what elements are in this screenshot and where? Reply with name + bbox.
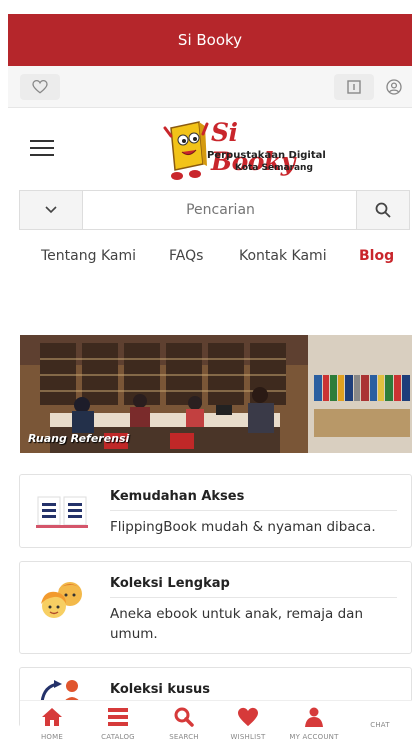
home-icon — [42, 708, 62, 726]
heart-icon — [238, 707, 258, 727]
nav-chat[interactable]: CHAT — [348, 719, 412, 729]
divider — [110, 510, 397, 511]
nav-home-label: HOME — [40, 733, 64, 741]
search-input[interactable] — [84, 191, 357, 229]
menu-item-blog[interactable]: Blog — [359, 248, 394, 264]
heart-outline-icon — [32, 80, 48, 94]
menu-item-tentang-kami[interactable]: Tentang Kami — [41, 248, 136, 264]
feature-title: Kemudahan Akses — [110, 489, 245, 504]
reader-button[interactable] — [334, 74, 374, 100]
open-book-icon — [34, 489, 90, 537]
search-icon — [375, 202, 391, 218]
feature-description: Aneka ebook untuk anak, remaja dan umum. — [110, 606, 364, 642]
children-faces-icon — [34, 576, 90, 624]
nav-wishlist-label: WISHLIST — [230, 733, 266, 741]
search-button[interactable] — [356, 191, 409, 229]
banner-image[interactable]: Ruang Referensi — [20, 335, 412, 453]
nav-search[interactable]: SEARCH — [152, 707, 216, 741]
app-title: Si Booky — [177, 31, 243, 49]
nav-catalog-label: CATALOG — [101, 733, 135, 741]
app-bar: Si Booky — [8, 14, 412, 66]
menu-item-kontak-kami[interactable]: Kontak Kami — [239, 248, 327, 264]
divider — [110, 597, 397, 598]
chevron-down-icon — [45, 206, 57, 214]
logo-subtitle: Perpustakaan Digital — [207, 150, 326, 161]
book-mascot-icon — [163, 121, 209, 180]
nav-wishlist[interactable]: WISHLIST — [216, 707, 280, 741]
feature-card-kemudahan-akses[interactable]: Kemudahan Akses FlippingBook mudah & nya… — [19, 474, 412, 548]
wishlist-button[interactable] — [20, 74, 60, 100]
book-icon — [347, 80, 361, 94]
site-logo[interactable]: Si Booky Perpustakaan Digital Kota Semar… — [163, 118, 326, 184]
nav-chat-label: CHAT — [370, 721, 390, 729]
user-circle-icon — [386, 79, 402, 95]
nav-search-label: SEARCH — [169, 733, 199, 741]
feature-title: Koleksi kusus — [110, 682, 211, 697]
nav-my-account-label: MY ACCOUNT — [289, 733, 339, 741]
bottom-navigation: HOME CATALOG SEARCH WISHLIST MY ACCOUNT … — [20, 700, 412, 743]
feature-description: FlippingBook mudah & nyaman dibaca. — [110, 519, 376, 535]
nav-home[interactable]: HOME — [20, 707, 84, 741]
hamburger-menu-icon[interactable] — [30, 140, 54, 156]
search-bar — [19, 190, 410, 230]
menu-item-faqs[interactable]: FAQs — [169, 248, 203, 264]
profile-button[interactable] — [376, 74, 412, 100]
user-icon — [305, 707, 323, 727]
search-category-select[interactable] — [20, 191, 83, 229]
nav-catalog[interactable]: CATALOG — [86, 707, 150, 741]
list-icon — [108, 708, 128, 726]
search-icon — [174, 707, 194, 727]
top-toolbar — [8, 66, 412, 108]
banner-caption: Ruang Referensi — [28, 432, 130, 445]
main-menu: Tentang Kami FAQs Kontak Kami Blog — [0, 248, 412, 272]
logo-city: Kota Semarang — [235, 163, 313, 173]
nav-my-account[interactable]: MY ACCOUNT — [282, 707, 346, 741]
feature-card-koleksi-lengkap[interactable]: Koleksi Lengkap Aneka ebook untuk anak, … — [19, 561, 412, 654]
feature-title: Koleksi Lengkap — [110, 576, 230, 591]
